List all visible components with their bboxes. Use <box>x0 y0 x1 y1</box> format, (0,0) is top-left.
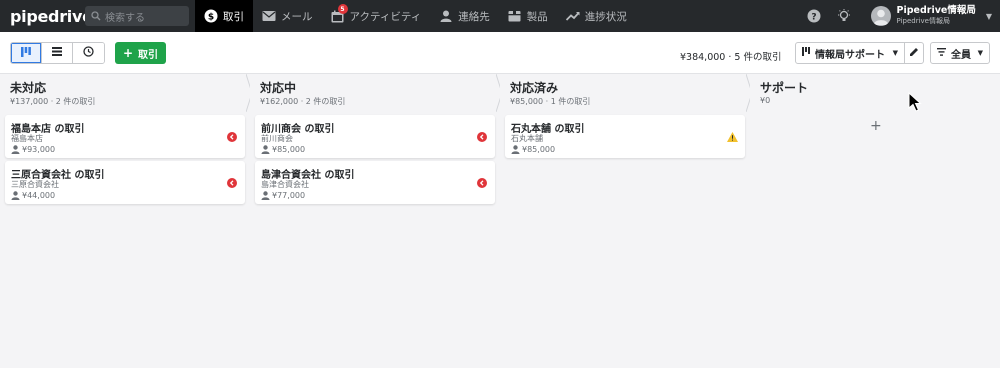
nav-item-products[interactable]: 製品 <box>499 0 557 32</box>
deal-card[interactable]: 石丸本舗 の取引 石丸本舗 ¥85,000 <box>505 115 745 158</box>
deal-organization: 福島本店 <box>11 134 43 143</box>
stage-column: 未対応 ¥137,000 · 2 件の取引 福島本店 の取引 福島本店 ¥93,… <box>0 74 253 368</box>
nav-item-mail[interactable]: メール <box>253 0 322 32</box>
stage-summary: ¥137,000 · 2 件の取引 <box>10 97 96 106</box>
edit-pipeline-button[interactable] <box>904 42 924 64</box>
pipeline-summary: ¥384,000 · 5 件の取引 <box>680 52 782 63</box>
add-deal-to-stage-button[interactable]: + <box>870 118 882 134</box>
pipeline-board: 未対応 ¥137,000 · 2 件の取引 福島本店 の取引 福島本店 ¥93,… <box>0 74 1000 368</box>
add-deal-label: 取引 <box>138 49 159 61</box>
stage-header: 対応済み ¥85,000 · 1 件の取引 <box>500 74 753 112</box>
stage-column: 対応中 ¥162,000 · 2 件の取引 前川商会 の取引 前川商会 ¥85,… <box>250 74 503 368</box>
pipeline-select-value: 情報局サポート <box>815 49 885 61</box>
user-company: Pipedrive情報局 <box>896 17 950 25</box>
owner-filter-select[interactable]: 全員 ▼ <box>930 42 990 64</box>
deal-card[interactable]: 前川商会 の取引 前川商会 ¥85,000 <box>255 115 495 158</box>
list-view-button[interactable] <box>42 43 73 63</box>
top-navigation: pipedrive 検索する $ 取引 メール 5 アクティビティ 連絡先 製品… <box>0 0 1000 32</box>
activity-count-badge: 5 <box>337 4 348 14</box>
search-input[interactable]: 検索する <box>85 6 189 26</box>
deal-value: ¥85,000 <box>272 145 306 154</box>
nav-item-label: アクティビティ <box>349 10 422 23</box>
deal-card[interactable]: 福島本店 の取引 福島本店 ¥93,000 <box>5 115 245 158</box>
box-icon <box>508 9 522 23</box>
trend-icon <box>565 9 580 23</box>
search-placeholder: 検索する <box>105 12 145 24</box>
overdue-icon[interactable] <box>477 178 487 188</box>
person-icon <box>439 9 453 23</box>
deal-value: ¥44,000 <box>22 191 56 200</box>
svg-text:?: ? <box>811 13 816 23</box>
pipeline-view-button[interactable] <box>11 43 42 63</box>
stage-header: 対応中 ¥162,000 · 2 件の取引 <box>250 74 503 112</box>
svg-text:$: $ <box>208 13 214 23</box>
stage-summary: ¥85,000 · 1 件の取引 <box>510 97 591 106</box>
deal-value: ¥85,000 <box>522 145 556 154</box>
stage-summary: ¥0 <box>760 96 771 105</box>
owner-filter-value: 全員 <box>951 49 971 61</box>
pipeline-view-icon <box>21 46 31 60</box>
deal-value: ¥77,000 <box>272 191 306 200</box>
nav-item-label: 連絡先 <box>458 10 490 23</box>
chevron-down-icon[interactable]: ▼ <box>986 12 992 21</box>
deal-card[interactable]: 島津合資会社 の取引 島津合資会社 ¥77,000 <box>255 161 495 204</box>
pencil-icon <box>909 47 919 60</box>
stage-title: 未対応 <box>10 81 47 95</box>
chevron-down-icon: ▼ <box>977 49 983 57</box>
add-deal-button[interactable]: + 取引 <box>115 42 166 64</box>
user-avatar[interactable] <box>870 6 891 26</box>
view-switcher <box>10 42 105 64</box>
pipedrive-logo[interactable]: pipedrive <box>10 7 93 26</box>
nav-item-contacts[interactable]: 連絡先 <box>430 0 499 32</box>
overdue-icon[interactable] <box>477 132 487 142</box>
deal-card[interactable]: 三原合資会社 の取引 三原合資会社 ¥44,000 <box>5 161 245 204</box>
nav-item-label: 製品 <box>526 10 548 23</box>
chevron-down-icon: ▼ <box>892 49 898 57</box>
mouse-cursor-icon <box>908 92 922 112</box>
lightbulb-icon[interactable] <box>837 9 851 23</box>
help-icon[interactable]: ? <box>807 9 821 23</box>
nav-item-deals[interactable]: $ 取引 <box>195 0 253 32</box>
deals-toolbar: + 取引 ¥384,000 · 5 件の取引 情報局サポート ▼ 全員 ▼ <box>0 32 1000 74</box>
stage-header: サポート ¥0 <box>750 74 1000 112</box>
stage-summary: ¥162,000 · 2 件の取引 <box>260 97 346 106</box>
list-view-icon <box>52 47 62 59</box>
deal-value: ¥93,000 <box>22 145 56 154</box>
user-name: Pipedrive情報局 <box>896 5 976 16</box>
person-icon <box>11 191 20 200</box>
person-icon <box>261 191 270 200</box>
stage-title: サポート <box>760 81 809 95</box>
user-menu[interactable]: Pipedrive情報局 Pipedrive情報局 <box>897 5 976 27</box>
search-icon <box>91 11 101 21</box>
plus-icon: + <box>122 46 134 60</box>
pipeline-select[interactable]: 情報局サポート ▼ <box>795 42 905 64</box>
deal-organization: 石丸本舗 <box>511 134 543 143</box>
nav-item-activities[interactable]: 5 アクティビティ <box>322 0 431 32</box>
deal-organization: 三原合資会社 <box>11 180 59 189</box>
pipeline-icon <box>802 47 810 59</box>
mail-icon <box>262 9 276 23</box>
stage-title: 対応済み <box>510 81 559 95</box>
person-icon <box>11 145 20 154</box>
deal-organization: 島津合資会社 <box>261 180 309 189</box>
forecast-view-button[interactable] <box>73 43 104 63</box>
nav-item-label: メール <box>281 10 313 23</box>
deal-organization: 前川商会 <box>261 134 293 143</box>
stage-header: 未対応 ¥137,000 · 2 件の取引 <box>0 74 253 112</box>
nav-item-label: 進捗状況 <box>584 10 627 23</box>
person-icon <box>511 145 520 154</box>
warning-icon[interactable] <box>727 132 738 142</box>
overdue-icon[interactable] <box>227 178 237 188</box>
stage-title: 対応中 <box>260 81 297 95</box>
person-icon <box>261 145 270 154</box>
nav-item-label: 取引 <box>223 10 244 23</box>
overdue-icon[interactable] <box>227 132 237 142</box>
forecast-view-icon <box>83 46 94 60</box>
dollar-icon: $ <box>204 9 218 23</box>
filter-icon <box>937 47 946 59</box>
nav-item-progress[interactable]: 進捗状況 <box>557 0 636 32</box>
stage-column: 対応済み ¥85,000 · 1 件の取引 石丸本舗 の取引 石丸本舗 ¥85,… <box>500 74 753 368</box>
